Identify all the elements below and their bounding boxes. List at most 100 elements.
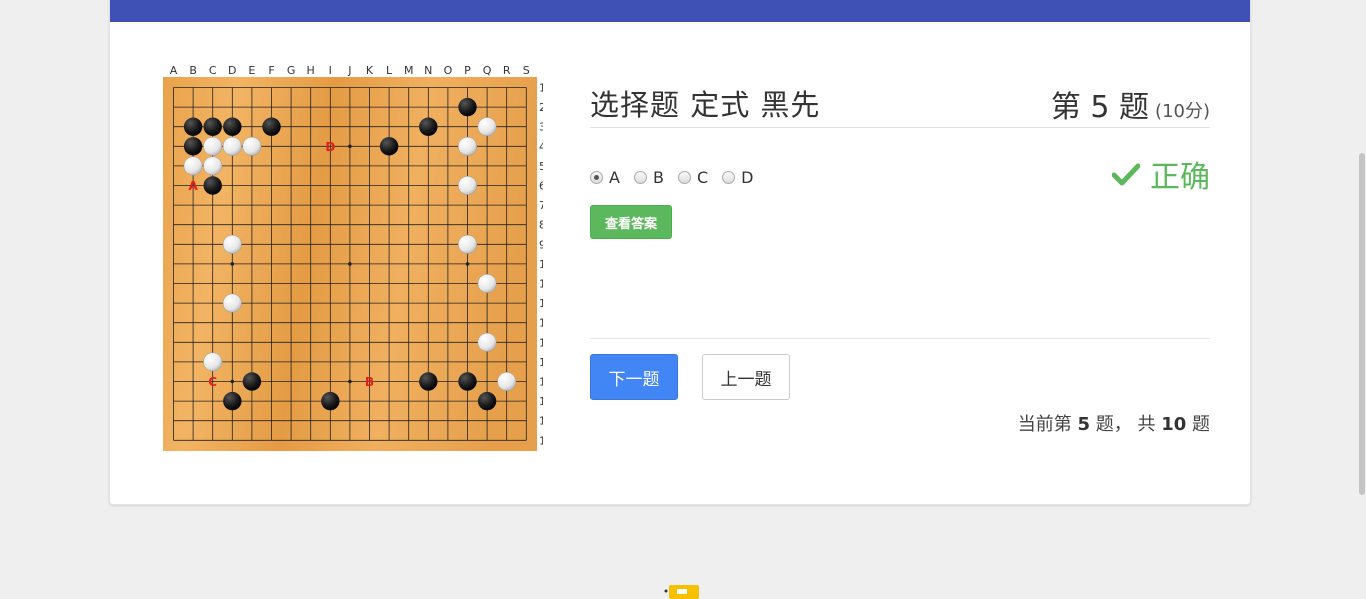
column-label: Q [483,64,492,77]
view-answer-button[interactable]: 查看答案 [590,205,672,239]
white-stone [458,136,477,156]
option-b-radio[interactable] [633,171,647,184]
column-label: B [189,64,197,77]
white-stone [222,293,242,313]
white-stone [222,234,242,254]
board-marker-c[interactable]: C [208,375,217,389]
column-label: L [386,64,393,77]
column-label: I [329,64,332,77]
board-marker-b[interactable]: B [365,375,374,389]
column-label: N [424,64,432,77]
page-scrollbar[interactable] [1358,0,1366,599]
board-marker-a[interactable]: A [188,179,198,193]
column-label: P [464,64,471,77]
black-stone [183,117,203,136]
black-stone [223,117,242,136]
white-stone [458,234,477,254]
question-title: 选择题 定式 黑先 [590,88,821,122]
star-point [348,262,352,266]
progress-prefix: 当前第 [1017,414,1072,435]
row-label: 16 [539,376,543,389]
row-label: 10 [539,258,543,271]
star-point [348,379,352,384]
row-label: 13 [539,317,543,330]
column-label: R [503,64,511,77]
white-stone [183,156,203,176]
black-stone [262,117,281,136]
check-icon [1112,163,1140,186]
white-stone [203,156,223,176]
column-label: S [523,64,530,77]
black-stone [419,117,438,136]
column-label: J [347,64,351,77]
black-stone [379,137,399,156]
column-label: A [170,64,178,77]
column-label: F [268,64,274,77]
row-label: 6 [539,180,543,193]
black-stone [242,372,262,391]
black-stone [458,372,477,391]
option-a[interactable]: A [590,168,620,187]
black-stone [458,97,477,117]
column-label: E [248,64,255,77]
previous-question-button[interactable]: 上一题 [702,354,790,400]
white-stone [242,136,262,156]
column-label: G [287,64,296,77]
option-d[interactable]: D [722,168,753,187]
column-label: O [444,64,453,77]
white-stone [203,136,223,156]
star-point [230,262,235,266]
card-header-bar [110,0,1250,22]
row-label: 11 [539,278,543,291]
black-stone [203,117,222,136]
option-b-label: B [652,168,664,187]
row-label: 14 [539,336,543,349]
row-label: 15 [539,356,543,369]
progress-current: 5 [1077,414,1090,435]
option-c-label: C [696,168,709,187]
white-stone [203,352,223,372]
question-card: ABCDEFGHIJKLMNOPQRS123456789101112131415… [109,0,1251,505]
black-stone [223,391,242,411]
next-question-button[interactable]: 下一题 [590,354,678,400]
row-label: 18 [539,415,543,428]
row-label: 2 [539,101,543,114]
progress-mid: 题， 共 [1095,414,1156,435]
black-stone [419,372,438,391]
result-status: 正确 [1112,152,1210,196]
progress-total: 10 [1161,414,1187,435]
answer-options: A B C D [590,168,767,187]
option-c[interactable]: C [677,168,709,187]
white-stone [458,176,477,195]
go-board-svg[interactable]: ABCDEFGHIJKLMNOPQRS123456789101112131415… [163,62,543,454]
star-point [465,262,470,266]
column-label: D [228,64,236,77]
row-label: 4 [539,140,543,153]
option-c-radio[interactable] [677,171,691,184]
nav-divider [590,338,1210,339]
option-a-label: A [609,168,620,187]
board-marker-d[interactable]: D [325,140,335,154]
question-number: 第 5 题 (10分) [1051,82,1210,126]
question-progress: 当前第 5 题， 共 10 题 [1018,410,1210,436]
option-b[interactable]: B [633,168,664,187]
star-point [230,379,235,384]
option-d-radio[interactable] [722,171,736,184]
go-board[interactable]: ABCDEFGHIJKLMNOPQRS123456789101112131415… [163,62,543,454]
row-label: 5 [539,160,543,173]
question-number-label: 第 5 题 [1050,90,1150,125]
option-a-radio[interactable] [590,171,603,184]
mascot-icon [664,585,699,599]
scrollbar-thumb[interactable] [1359,153,1365,495]
column-label: C [209,64,217,77]
option-d-label: D [741,168,754,187]
column-label: K [366,64,374,77]
white-stone [222,136,242,156]
row-label: 7 [539,199,543,212]
white-stone [477,274,497,293]
row-label: 12 [539,297,543,310]
row-label: 1 [539,82,543,95]
row-label: 17 [539,395,543,408]
row-label: 9 [539,238,543,251]
column-label: H [307,64,315,77]
